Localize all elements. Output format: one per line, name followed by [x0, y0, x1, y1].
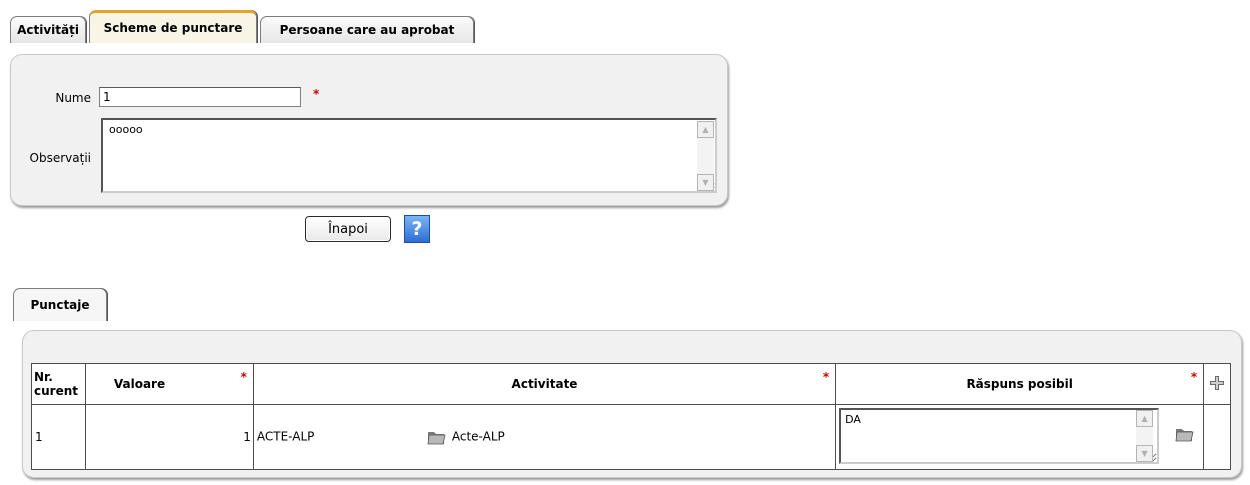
- required-marker: *: [240, 370, 247, 384]
- raspuns-scrollbar[interactable]: ▲ ▼: [1136, 410, 1154, 462]
- raspuns-textarea[interactable]: DA: [839, 408, 1160, 464]
- cell-valoare: 1: [84, 404, 254, 470]
- header-label: Valoare: [113, 377, 166, 391]
- header-activitate: Activitate *: [252, 363, 837, 405]
- cell-raspuns-posibil: DA ▲ ▼: [835, 404, 1205, 470]
- header-label: Activitate: [511, 377, 578, 391]
- nume-label: Nume: [55, 91, 91, 105]
- nume-input[interactable]: [99, 87, 301, 107]
- scheme-form-panel: Nume * Observații ooooo ▲ ▼: [10, 54, 728, 206]
- scroll-up-icon[interactable]: ▲: [1136, 410, 1154, 427]
- back-button[interactable]: Înapoi: [305, 216, 391, 242]
- punctaje-table: Nr. curent Valoare * Activitate * Răspuns …: [31, 363, 1231, 470]
- tab-bar: Activități Scheme de punctare Persoane c…: [10, 10, 477, 43]
- tab-label: Scheme de punctare: [103, 21, 243, 35]
- required-marker: *: [1190, 370, 1198, 384]
- scroll-up-icon[interactable]: ▲: [697, 121, 714, 138]
- tab-label: Activități: [17, 23, 79, 37]
- required-marker: *: [313, 87, 320, 101]
- tab-label: Punctaje: [30, 298, 90, 312]
- add-row-cell: [1203, 363, 1231, 405]
- header-label: Răspuns posibil: [966, 377, 1073, 391]
- observatii-textarea[interactable]: ooooo: [101, 118, 717, 193]
- tab-persoane-care-au-aprobat[interactable]: Persoane care au aprobat: [260, 16, 474, 43]
- tab-scheme-de-punctare[interactable]: Scheme de punctare: [89, 10, 257, 43]
- help-icon[interactable]: ?: [404, 215, 430, 243]
- tab-punctaje[interactable]: Punctaje: [13, 288, 107, 321]
- folder-icon[interactable]: [426, 428, 448, 446]
- scroll-down-icon[interactable]: ▼: [697, 174, 714, 191]
- punctaje-panel: Nr. curent Valoare * Activitate * Răspuns …: [22, 330, 1242, 478]
- tab-label: Persoane care au aprobat: [279, 23, 455, 37]
- required-marker: *: [822, 370, 830, 384]
- header-raspuns-posibil: Răspuns posibil *: [835, 363, 1205, 405]
- plus-icon[interactable]: [1209, 375, 1225, 391]
- scroll-down-icon[interactable]: ▼: [1136, 445, 1154, 462]
- header-nr-curent: Nr. curent: [31, 363, 86, 405]
- activitate-name: Acte-ALP: [451, 429, 505, 444]
- observatii-scrollbar[interactable]: ▲ ▼: [697, 121, 714, 191]
- table-row: 1 1 ACTE-ALP Acte-ALP DA ▲ ▼: [31, 404, 1231, 470]
- cell-activitate: ACTE-ALP Acte-ALP: [252, 404, 837, 470]
- tab-activitati[interactable]: Activități: [10, 16, 86, 43]
- header-valoare: Valoare *: [84, 363, 254, 405]
- cell-actions: [1203, 404, 1231, 470]
- table-header-row: Nr. curent Valoare * Activitate * Răspuns …: [31, 363, 1231, 405]
- folder-icon[interactable]: [1174, 425, 1196, 443]
- cell-nr-curent: 1: [31, 404, 86, 470]
- activitate-code: ACTE-ALP: [256, 429, 315, 444]
- observatii-label: Observații: [29, 151, 91, 165]
